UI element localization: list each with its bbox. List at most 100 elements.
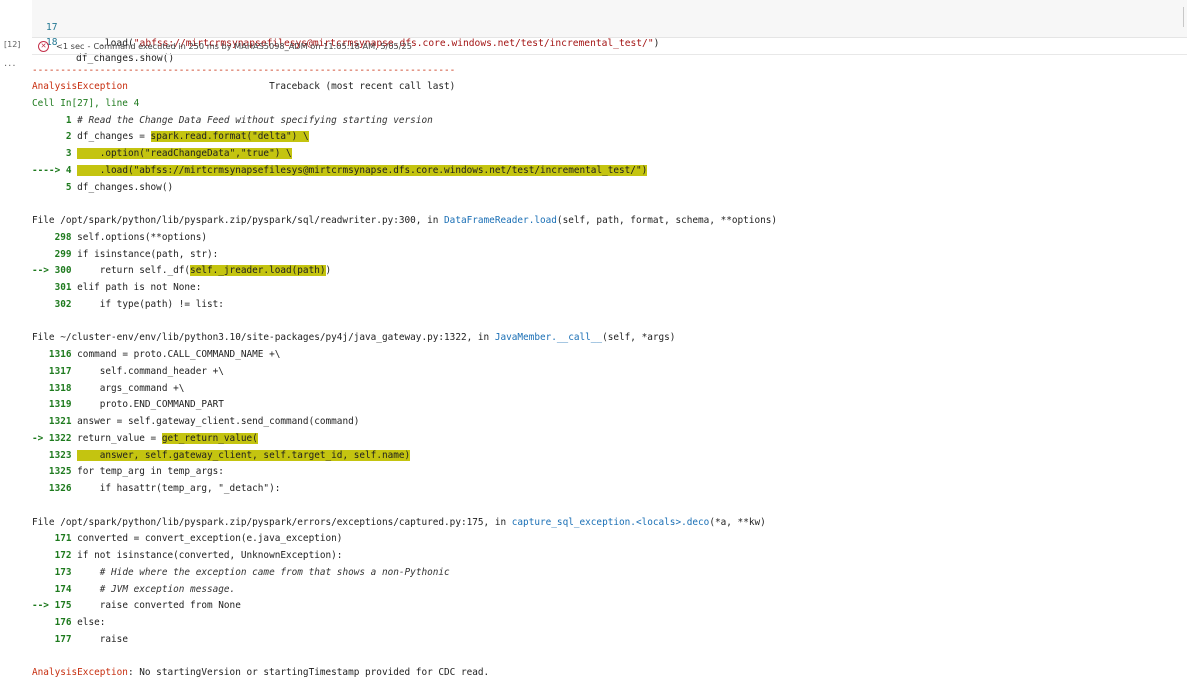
- trace-line-number: 299: [32, 249, 72, 260]
- code-line: 18 df_changes.show(): [32, 19, 174, 64]
- trace-line: 302 if type(path) != list:: [32, 296, 224, 313]
- trace-code: if hasattr(temp_arg, "_detach"):: [71, 483, 281, 494]
- execution-duration: <1 sec: [56, 41, 85, 51]
- output-options-icon[interactable]: ...: [4, 58, 17, 69]
- trace-code: df_changes.show(): [71, 182, 174, 193]
- trace-highlight: spark.read.format("delta") \: [150, 131, 309, 142]
- trace-code: # Hide where the exception came from tha…: [71, 567, 450, 578]
- trace-line: 301 elif path is not None:: [32, 279, 202, 296]
- file-path: File /opt/spark/python/lib/pyspark.zip/p…: [32, 215, 445, 226]
- trace-code: args_command +\: [71, 383, 185, 394]
- function-link[interactable]: DataFrameReader.load: [444, 215, 557, 226]
- trace-file-header: File /opt/spark/python/lib/pyspark.zip/p…: [32, 212, 777, 229]
- trace-code: self.options(**options): [71, 232, 207, 243]
- trace-line: 1318 args_command +\: [32, 380, 184, 397]
- trace-line-number: 171: [32, 533, 72, 544]
- trace-line: 1323 answer, self.gateway_client, self.t…: [32, 447, 411, 464]
- trace-line: 177 raise: [32, 631, 128, 648]
- error-circle-icon: ✕: [38, 40, 49, 52]
- trace-line: ----> 4 .load("abfss://mirtcrmsynapsefil…: [32, 162, 648, 179]
- trace-line-number: ----> 4: [32, 165, 72, 176]
- trace-code: ): [325, 265, 332, 276]
- code-text: ): [653, 38, 660, 49]
- file-path: File /opt/spark/python/lib/pyspark.zip/p…: [32, 517, 512, 528]
- trace-line-number: 177: [32, 634, 72, 645]
- trace-file-header: File ~/cluster-env/env/lib/python3.10/si…: [32, 329, 675, 346]
- trace-line: 176 else:: [32, 614, 106, 631]
- trace-line: 1325 for temp_arg in temp_args:: [32, 463, 224, 480]
- trace-line-number: --> 300: [32, 265, 72, 276]
- status-separator: -: [87, 41, 91, 51]
- function-args: (self, path, format, schema, **options): [556, 215, 778, 226]
- trace-line-number: 1317: [32, 366, 72, 377]
- traceback-label: Traceback (most recent call last): [269, 81, 456, 92]
- trace-line: 3 .option("readChangeData","true") \: [32, 145, 292, 162]
- code-line: 17 .load("abfss://mirtcrmsynapsefilesys@…: [32, 4, 659, 49]
- trace-line-number: -> 1322: [32, 433, 72, 444]
- trace-code: raise converted from None: [71, 600, 241, 611]
- trace-highlight: self._jreader.load(path): [190, 265, 326, 276]
- trace-line-number: 172: [32, 550, 72, 561]
- trace-line-number: 1325: [32, 466, 72, 477]
- trace-highlight: .option("readChangeData","true") \: [77, 148, 292, 159]
- trace-line-number: 1: [32, 115, 72, 126]
- trace-line: 172 if not isinstance(converted, Unknown…: [32, 547, 343, 564]
- function-args: (*a, **kw): [709, 517, 766, 528]
- trace-line: 171 converted = convert_exception(e.java…: [32, 530, 343, 547]
- trace-line-number: 2: [32, 131, 72, 142]
- trace-highlight: answer, self.gateway_client, self.target…: [77, 450, 411, 461]
- trace-line-number: 173: [32, 567, 72, 578]
- trace-line: 299 if isinstance(path, str):: [32, 246, 219, 263]
- trace-line-number: 176: [32, 617, 72, 628]
- trace-line-number: 301: [32, 282, 72, 293]
- function-link[interactable]: capture_sql_exception.<locals>.deco: [512, 517, 710, 528]
- trace-line-number: 298: [32, 232, 72, 243]
- trace-line-number: 1319: [32, 399, 72, 410]
- trace-code: return_value =: [71, 433, 162, 444]
- trace-line-number: --> 175: [32, 600, 72, 611]
- exception-name: AnalysisException: [32, 667, 128, 678]
- exception-name: AnalysisException: [32, 81, 128, 92]
- trace-line: 2 df_changes = spark.read.format("delta"…: [32, 128, 309, 145]
- trace-code: answer = self.gateway_client.send_comman…: [71, 416, 360, 427]
- trace-line: 1317 self.command_header +\: [32, 363, 224, 380]
- trace-line: --> 175 raise converted from None: [32, 597, 241, 614]
- trace-line-number: 174: [32, 584, 72, 595]
- editor-scrollbar[interactable]: [1183, 7, 1184, 27]
- trace-line: 174 # JVM exception message.: [32, 581, 236, 598]
- trace-line: 1319 proto.END_COMMAND_PART: [32, 396, 224, 413]
- exception-message: : No startingVersion or startingTimestam…: [127, 667, 490, 678]
- trace-code: elif path is not None:: [71, 282, 202, 293]
- trace-line: 173 # Hide where the exception came from…: [32, 564, 450, 581]
- trace-code: df_changes =: [71, 131, 151, 142]
- notebook-cell: 17 .load("abfss://mirtcrmsynapsefilesys@…: [0, 0, 1187, 696]
- final-exception: AnalysisException: No startingVersion or…: [32, 664, 489, 681]
- execution-counter: [12]: [4, 40, 21, 49]
- traceback-separator: ----------------------------------------…: [32, 65, 456, 76]
- trace-code: if not isinstance(converted, UnknownExce…: [71, 550, 343, 561]
- trace-line: 1321 answer = self.gateway_client.send_c…: [32, 413, 359, 430]
- trace-line-number: 1326: [32, 483, 72, 494]
- execution-status: ✕ <1 sec - Command executed in 250 ms by…: [38, 38, 412, 54]
- trace-code: command = proto.CALL_COMMAND_NAME +\: [71, 349, 281, 360]
- trace-line: 5 df_changes.show(): [32, 179, 173, 196]
- code-editor[interactable]: 17 .load("abfss://mirtcrmsynapsefilesys@…: [32, 0, 1187, 64]
- trace-code: proto.END_COMMAND_PART: [71, 399, 224, 410]
- trace-file-header: File /opt/spark/python/lib/pyspark.zip/p…: [32, 514, 766, 531]
- trace-code: return self._df(: [71, 265, 191, 276]
- divider: [32, 54, 1187, 55]
- trace-line-number: 5: [32, 182, 72, 193]
- trace-code: for temp_arg in temp_args:: [71, 466, 224, 477]
- trace-line: --> 300 return self._df(self._jreader.lo…: [32, 262, 331, 279]
- trace-highlight: get_return_value(: [161, 433, 258, 444]
- trace-line-number: 1316: [32, 349, 72, 360]
- file-path: File ~/cluster-env/env/lib/python3.10/si…: [32, 332, 495, 343]
- trace-line-number: 3: [32, 148, 72, 159]
- trace-code: # JVM exception message.: [71, 584, 236, 595]
- trace-highlight: .load("abfss://mirtcrmsynapsefilesys@mir…: [77, 165, 648, 176]
- trace-line-number: 1321: [32, 416, 72, 427]
- traceback-header: AnalysisException Traceback (most recent…: [32, 78, 455, 95]
- trace-code: converted = convert_exception(e.java_exc…: [71, 533, 343, 544]
- trace-line-number: 1323: [32, 450, 72, 461]
- function-link[interactable]: JavaMember.__call__: [495, 332, 602, 343]
